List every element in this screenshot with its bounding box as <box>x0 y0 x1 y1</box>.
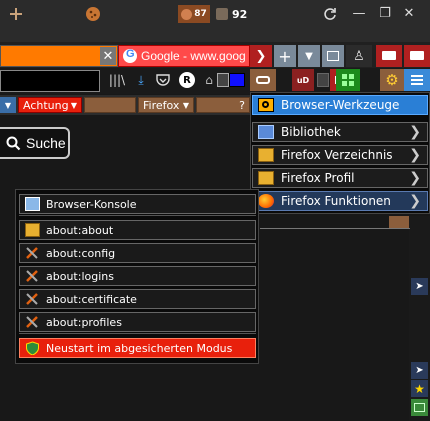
tools-icon <box>25 246 40 260</box>
chevron-right-icon: ❯ <box>409 124 421 140</box>
cursor-tool-icon[interactable]: ➤ <box>411 278 428 295</box>
cookie-icon[interactable] <box>84 5 102 23</box>
r-badge-icon[interactable]: R <box>176 69 198 91</box>
menu-firefox-funktionen[interactable]: Firefox Funktionen ❯ <box>252 191 428 211</box>
bookmark-folder-chevron-icon[interactable]: ▼ <box>0 97 16 113</box>
url-bar[interactable] <box>0 70 100 92</box>
folder-icon <box>258 148 274 162</box>
browser-tools-icon <box>258 98 274 112</box>
pointer-icon[interactable]: ➤ <box>411 362 428 379</box>
shield-icon <box>25 341 40 356</box>
ublock-icon[interactable]: uD <box>292 69 314 91</box>
menu-browser-tools-label: Browser-Werkzeuge <box>281 98 400 112</box>
bookmark-firefox-chevron-icon: ▼ <box>182 100 189 110</box>
library-icon[interactable]: |||\ <box>106 69 128 91</box>
tab-google-label: Google - www.goog <box>141 49 246 63</box>
submenu-browser-konsole-label: Browser-Konsole <box>46 197 137 211</box>
submenu-about-profiles-label: about:profiles <box>46 315 122 329</box>
divider <box>260 228 410 229</box>
tools-icon <box>25 269 40 283</box>
chevron-right-icon: ❯ <box>409 147 421 163</box>
submenu-safe-mode-restart-label: Neustart im abgesicherten Modus <box>46 341 233 355</box>
new-tab-icon[interactable]: + <box>274 45 296 67</box>
tab-close-icon[interactable]: ✕ <box>100 47 116 65</box>
tab-list-chevron-down-icon[interactable]: ▼ <box>298 45 320 67</box>
submenu-about-certificate-label: about:certificate <box>46 292 137 306</box>
download-icon[interactable]: ⤓ <box>130 69 152 91</box>
menu-firefox-profil-label: Firefox Profil <box>281 171 355 185</box>
window-icon[interactable] <box>322 45 344 67</box>
submenu-safe-mode-restart[interactable]: Neustart im abgesicherten Modus <box>19 338 256 358</box>
tools-icon <box>25 292 40 306</box>
bookmark-blank[interactable] <box>84 97 136 113</box>
hamburger-menu-button[interactable] <box>404 69 430 91</box>
tab-google[interactable]: G Google - www.goog <box>118 45 250 67</box>
submenu-about-profiles[interactable]: about:profiles <box>19 312 256 332</box>
submenu-divider <box>19 333 256 334</box>
bookmark-firefox[interactable]: Firefox ▼ <box>138 97 194 113</box>
menu-firefox-profil[interactable]: Firefox Profil ❯ <box>252 168 428 188</box>
extension-brown-icon[interactable] <box>250 69 276 91</box>
tab-scroll-right-icon[interactable]: ❯ <box>250 45 272 67</box>
about-folder-icon <box>25 223 40 237</box>
submenu-about-logins-label: about:logins <box>46 269 114 283</box>
chevron-right-icon: ❯ <box>409 193 421 209</box>
monkey-icon <box>181 8 193 20</box>
pocket-icon[interactable] <box>152 69 174 91</box>
menu-browser-tools[interactable]: Browser-Werkzeuge <box>252 95 428 115</box>
library-folder-icon <box>258 125 274 139</box>
sidebar-stub <box>389 216 409 228</box>
gear-icon[interactable]: ⚙ <box>380 69 404 91</box>
search-button[interactable]: Suche <box>0 127 70 159</box>
search-button-label: Suche <box>26 135 66 151</box>
submenu-divider <box>19 215 256 216</box>
bookmark-achtung[interactable]: Achtung ▼ <box>18 97 82 113</box>
profile-folder-icon <box>258 171 274 185</box>
firefox-icon <box>258 194 274 208</box>
puzzle-count: 92 <box>232 7 248 21</box>
bookmark-help[interactable]: ? <box>196 97 250 113</box>
star-icon[interactable]: ★ <box>411 380 428 397</box>
submenu-about-about-label: about:about <box>46 223 114 237</box>
puzzle-counter[interactable]: 92 <box>214 5 260 23</box>
picture-icon[interactable] <box>411 399 428 416</box>
submenu-about-config-label: about:config <box>46 246 116 260</box>
search-icon <box>6 136 21 150</box>
account-icon[interactable]: ♙ <box>346 45 372 67</box>
plus-icon[interactable] <box>8 5 24 23</box>
monkey-counter[interactable]: 87 <box>178 5 210 23</box>
green-grid-icon[interactable] <box>336 69 360 91</box>
bookmark-achtung-label: Achtung <box>23 98 69 112</box>
blue-square-icon[interactable] <box>226 69 248 91</box>
monkey-count: 87 <box>194 9 207 19</box>
extension-red-icon-2[interactable] <box>404 45 430 67</box>
bookmark-firefox-label: Firefox <box>143 98 180 112</box>
submenu-about-config[interactable]: about:config <box>19 243 256 263</box>
tools-icon <box>25 315 40 329</box>
menu-firefox-funktionen-label: Firefox Funktionen <box>281 194 391 208</box>
menu-bibliothek-label: Bibliothek <box>281 125 341 139</box>
submenu-about-logins[interactable]: about:logins <box>19 266 256 286</box>
extension-red-icon-1[interactable] <box>376 45 402 67</box>
bookmark-help-label: ? <box>239 98 245 112</box>
menu-firefox-verzeichnis[interactable]: Firefox Verzeichnis ❯ <box>252 145 428 165</box>
submenu-about-about[interactable]: about:about <box>19 220 256 240</box>
submenu-browser-konsole[interactable]: Browser-Konsole <box>19 194 256 214</box>
bookmark-achtung-chevron-icon: ▼ <box>70 100 77 110</box>
submenu-about-certificate[interactable]: about:certificate <box>19 289 256 309</box>
chevron-right-icon: ❯ <box>409 170 421 186</box>
menu-firefox-verzeichnis-label: Firefox Verzeichnis <box>281 148 393 162</box>
google-icon: G <box>123 48 137 63</box>
close-window-button[interactable]: ✕ <box>386 0 430 26</box>
menu-bibliothek[interactable]: Bibliothek ❯ <box>252 122 428 142</box>
console-icon <box>25 197 40 211</box>
puzzle-icon <box>216 8 228 20</box>
